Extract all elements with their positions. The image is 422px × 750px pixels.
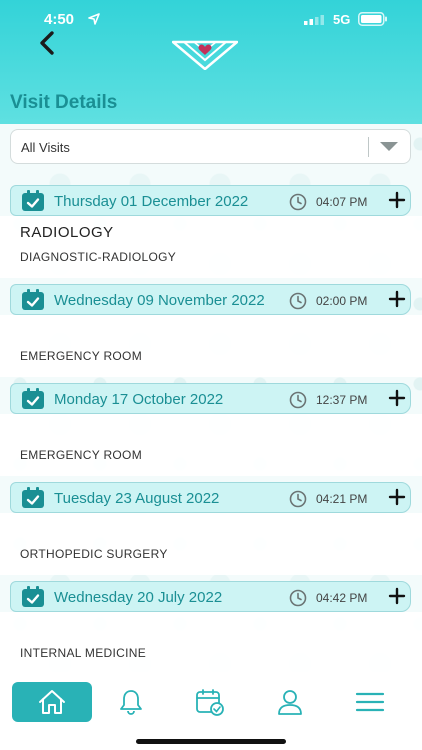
clock-icon: [289, 391, 307, 409]
expand-plus-icon[interactable]: [387, 586, 407, 606]
nav-home[interactable]: [12, 682, 92, 722]
visit-card-header: Wednesday 20 July 2022 04:42 PM: [10, 581, 411, 612]
visit-time: 02:00 PM: [316, 294, 368, 308]
clock-icon: [289, 292, 307, 310]
visit-date: Thursday 01 December 2022: [54, 193, 249, 210]
expand-plus-icon[interactable]: [387, 190, 407, 210]
visit-card-body: ORTHOPEDIC SURGERY: [0, 513, 422, 575]
visit-clinic: INTERNAL MEDICINE: [20, 646, 147, 660]
visit-clinic: ORTHOPEDIC SURGERY: [20, 547, 168, 561]
visit-card[interactable]: Tuesday 23 August 2022 04:21 PM ORTHOPED…: [0, 482, 422, 580]
home-indicator: [136, 739, 286, 744]
logo-icon: [172, 40, 238, 70]
expand-plus-icon[interactable]: [387, 388, 407, 408]
expand-plus-icon[interactable]: [387, 487, 407, 507]
visit-card[interactable]: Wednesday 20 July 2022 04:42 PM INTERNAL…: [0, 581, 422, 672]
visit-card-header: Wednesday 09 November 2022 02:00 PM: [10, 284, 411, 315]
nav-menu[interactable]: [330, 682, 410, 722]
status-time: 4:50: [44, 11, 75, 28]
nav-appointments[interactable]: [170, 682, 250, 722]
visit-card[interactable]: Wednesday 09 November 2022 02:00 PM EMER…: [0, 284, 422, 382]
user-icon: [278, 690, 302, 715]
visit-card-body: EMERGENCY ROOM: [0, 414, 422, 476]
calendar-check-icon: [22, 487, 44, 508]
dropdown-arrow-icon: [380, 142, 398, 151]
calendar-check-icon: [22, 289, 44, 310]
visit-card-header: Thursday 01 December 2022 04:07 PM: [10, 185, 411, 216]
visit-time: 12:37 PM: [316, 393, 368, 407]
visit-list-area: All Visits Thursday 01 December 2022 04:…: [0, 124, 422, 672]
expand-plus-icon[interactable]: [387, 289, 407, 309]
calendar-check-icon: [196, 689, 224, 716]
calendar-check-icon: [22, 388, 44, 409]
visit-filter-dropdown[interactable]: All Visits: [10, 129, 411, 164]
back-chevron-icon[interactable]: [34, 30, 60, 56]
location-arrow-icon: [88, 13, 100, 25]
filter-divider: [368, 137, 369, 157]
visit-date: Tuesday 23 August 2022: [54, 490, 220, 507]
battery-icon: [358, 12, 387, 26]
visit-clinic: EMERGENCY ROOM: [20, 448, 142, 462]
visit-card-header: Tuesday 23 August 2022 04:21 PM: [10, 482, 411, 513]
nav-notifications[interactable]: [91, 682, 171, 722]
signal-icon: [304, 15, 324, 25]
status-bar: 4:50 5G: [0, 8, 422, 34]
app-header: 4:50 5G Visit Details: [0, 0, 422, 124]
calendar-check-icon: [22, 190, 44, 211]
visit-time: 04:42 PM: [316, 591, 368, 605]
visit-card-header: Monday 17 October 2022 12:37 PM: [10, 383, 411, 414]
visit-card[interactable]: Thursday 01 December 2022 04:07 PM RADIO…: [0, 185, 422, 283]
visit-time: 04:07 PM: [316, 195, 368, 209]
calendar-check-icon: [22, 586, 44, 607]
visit-time: 04:21 PM: [316, 492, 368, 506]
visit-date: Wednesday 09 November 2022: [54, 292, 265, 309]
clock-icon: [289, 589, 307, 607]
visit-card[interactable]: Monday 17 October 2022 12:37 PM EMERGENC…: [0, 383, 422, 481]
clock-icon: [289, 193, 307, 211]
visit-clinic: DIAGNOSTIC-RADIOLOGY: [20, 250, 177, 264]
visit-date: Monday 17 October 2022: [54, 391, 224, 408]
filter-selected-value: All Visits: [21, 140, 70, 155]
home-icon: [39, 690, 65, 714]
bell-icon: [120, 690, 142, 715]
page-title: Visit Details: [10, 92, 118, 113]
visit-department: RADIOLOGY: [20, 224, 114, 241]
menu-icon: [355, 692, 385, 712]
visit-date: Wednesday 20 July 2022: [54, 589, 223, 606]
visit-clinic: EMERGENCY ROOM: [20, 349, 142, 363]
visit-card-body: RADIOLOGY DIAGNOSTIC-RADIOLOGY: [0, 216, 422, 278]
network-label: 5G: [333, 12, 351, 27]
visit-card-body: INTERNAL MEDICINE: [0, 612, 422, 672]
visit-card-body: EMERGENCY ROOM: [0, 315, 422, 377]
clock-icon: [289, 490, 307, 508]
nav-profile[interactable]: [250, 682, 330, 722]
